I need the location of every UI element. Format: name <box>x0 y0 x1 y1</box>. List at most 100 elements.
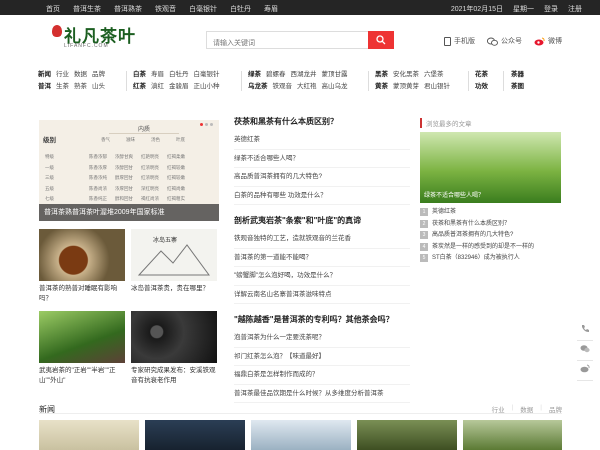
cat-high-oolong[interactable]: 高山乌龙 <box>322 83 348 90</box>
thumb-title[interactable]: 武夷岩茶的"正岩""半岩""正山""外山" <box>39 366 125 385</box>
cat-pictures[interactable]: 茶图 <box>511 83 524 90</box>
list-item[interactable]: 白茶的品种有哪些 功效是什么？ <box>234 187 410 205</box>
top-nav-pu-er-raw[interactable]: 普洱生茶 <box>73 4 101 14</box>
cat-puer[interactable]: 普洱 <box>38 83 51 90</box>
cat-ripe[interactable]: 熟茶 <box>74 83 87 90</box>
cat-oolong[interactable]: 乌龙茶 <box>248 83 268 90</box>
thumb-item[interactable]: 专家研究成果发布：安溪铁观音有抗衰老作用 <box>131 311 217 385</box>
thumb-title[interactable]: 普洱茶的熟普对睡眠有影响吗？ <box>39 284 125 303</box>
cat-silver-needle[interactable]: 白毫银针 <box>194 71 220 78</box>
list-item[interactable]: 2 茯茶和黑茶有什么本质区别？ <box>420 219 562 231</box>
cat-news[interactable]: 新闻 <box>38 71 51 78</box>
cat-green-tea[interactable]: 绿茶 <box>248 71 261 78</box>
cat-group-dark: 黑茶 安化黑茶 六堡茶 黄茶 蒙顶黄芽 君山银针 <box>375 69 455 93</box>
block-headline[interactable]: "越陈越香"是普洱茶的专利吗？其他茶会吗？ <box>234 314 410 325</box>
slider-dot[interactable] <box>205 123 208 126</box>
cat-biluochun[interactable]: 碧螺春 <box>266 71 286 78</box>
thumb-image[interactable] <box>39 311 125 363</box>
tab-data[interactable]: 数据 <box>520 404 533 414</box>
list-item[interactable]: 祁门红茶怎么泡？【味道最好】 <box>234 348 410 366</box>
list-item[interactable]: 泡普洱茶为什么一定要洗茶呢？ <box>234 329 410 348</box>
thumb-item[interactable]: 普洱茶的熟普对睡眠有影响吗？ <box>39 229 125 303</box>
cat-liubao[interactable]: 六堡茶 <box>424 71 444 78</box>
wechat-float-button[interactable] <box>577 341 593 361</box>
list-item[interactable]: 3 高品质普洱茶拥有的几大特色? <box>420 230 562 242</box>
list-item[interactable]: 详解云南名山名寨普洱茶滋味特点 <box>234 286 410 304</box>
top-nav-tieguanyin[interactable]: 铁观音 <box>155 4 176 14</box>
list-item[interactable]: 英德红茶 <box>234 131 410 150</box>
top-nav-white-peony[interactable]: 白牡丹 <box>230 4 251 14</box>
cat-data[interactable]: 数据 <box>74 71 87 78</box>
cat-brand[interactable]: 品牌 <box>92 71 105 78</box>
news-image[interactable] <box>463 420 562 450</box>
top-nav-shoumei[interactable]: 寿眉 <box>264 4 278 14</box>
cat-industry[interactable]: 行业 <box>56 71 69 78</box>
news-image[interactable] <box>251 420 351 450</box>
cat-jinjunmei[interactable]: 金骏眉 <box>169 83 189 90</box>
cat-black-tea[interactable]: 红茶 <box>133 83 146 90</box>
cat-lapsang[interactable]: 正山小种 <box>194 83 220 90</box>
block-headline[interactable]: 剖析武夷岩茶"条索"和"叶底"的真谛 <box>234 215 410 226</box>
cat-longjing[interactable]: 西湖龙井 <box>291 71 317 78</box>
thumb-item[interactable]: 冰岛五寨 冰岛普洱茶贵，贵在哪里？ <box>131 229 217 294</box>
cat-white-peony[interactable]: 白牡丹 <box>169 71 189 78</box>
cat-shoumei[interactable]: 寿眉 <box>151 71 164 78</box>
cat-white-tea[interactable]: 白茶 <box>133 71 146 78</box>
cat-dianhong[interactable]: 滇红 <box>151 83 164 90</box>
wechat-link[interactable]: 公众号 <box>487 36 522 46</box>
cat-mountain[interactable]: 山头 <box>92 83 105 90</box>
thumb-item[interactable]: 武夷岩茶的"正岩""半岩""正山""外山" <box>39 311 125 385</box>
list-item[interactable]: 1 英德红茶 <box>420 207 562 219</box>
list-item[interactable]: "螃蟹脚"怎么泡好喝，功效是什么？ <box>234 267 410 286</box>
popular-feature-caption[interactable]: 绿茶不适合哪些人喝？ <box>424 190 484 199</box>
weibo-float-button[interactable] <box>577 361 593 381</box>
cat-raw[interactable]: 生茶 <box>56 83 69 90</box>
news-image[interactable] <box>145 420 245 450</box>
site-logo[interactable]: 礼凡茶叶 LIFANFC.COM <box>50 21 136 55</box>
list-item[interactable]: 4 茶炭然是一样的感受到的却是不一样的 <box>420 242 562 254</box>
tab-industry[interactable]: 行业 <box>492 404 505 414</box>
cat-effects[interactable]: 功效 <box>475 83 488 90</box>
cat-tieguanyin[interactable]: 铁观音 <box>273 83 293 90</box>
login-link[interactable]: 登录 <box>544 4 558 14</box>
news-image[interactable] <box>39 420 139 450</box>
cat-teaware[interactable]: 茶器 <box>511 71 524 78</box>
mobile-link[interactable]: 手机版 <box>444 36 475 46</box>
thumb-image[interactable] <box>131 311 217 363</box>
list-item[interactable]: 铁观音独特的工艺，造就铁观音的兰花香 <box>234 230 410 249</box>
block-headline[interactable]: 茯茶和黑茶有什么本质区别？ <box>234 116 410 127</box>
featured-slider[interactable]: 内质 级别 香气 滋味 汤色 叶底 特级 陈香浓郁 浓醇甘爽 红艳明亮 红褐柔嫩 一级陈… <box>39 120 219 221</box>
slider-dot[interactable] <box>200 123 203 126</box>
thumb-title[interactable]: 冰岛普洱茶贵，贵在哪里？ <box>131 284 217 294</box>
top-nav-home[interactable]: 首页 <box>46 4 60 14</box>
cat-anhua[interactable]: 安化黑茶 <box>393 71 419 78</box>
top-nav-silver-needle[interactable]: 白毫银针 <box>189 4 217 14</box>
cat-dahongpao[interactable]: 大红袍 <box>297 83 317 90</box>
slider-dot[interactable] <box>210 123 213 126</box>
news-image[interactable] <box>357 420 457 450</box>
list-item[interactable]: 高品质普洱茶拥有的几大特色? <box>234 168 410 187</box>
cat-junshan[interactable]: 君山银针 <box>424 83 450 90</box>
register-link[interactable]: 注册 <box>568 4 582 14</box>
cat-mengding-yellow[interactable]: 蒙顶黄芽 <box>393 83 419 90</box>
cat-dark-tea[interactable]: 黑茶 <box>375 71 388 78</box>
thumb-image[interactable] <box>39 229 125 281</box>
thumb-title[interactable]: 专家研究成果发布：安溪铁观音有抗衰老作用 <box>131 366 217 385</box>
list-item[interactable]: 福鼎白茶是怎样制作而成的？ <box>234 366 410 385</box>
cat-yellow-tea[interactable]: 黄茶 <box>375 83 388 90</box>
list-item[interactable]: 普洱茶的第一道能不能喝？ <box>234 249 410 267</box>
slider-caption[interactable]: 普洱茶熟普洱茶叶渥堆2009年国家标准 <box>39 204 219 221</box>
tab-brand[interactable]: 品牌 <box>549 404 562 414</box>
cat-mengding[interactable]: 蒙顶甘露 <box>322 71 348 78</box>
search-input[interactable] <box>207 35 367 52</box>
thumb-image[interactable]: 冰岛五寨 <box>131 229 217 281</box>
weibo-link[interactable]: 微博 <box>534 36 562 46</box>
search-button[interactable] <box>368 31 394 49</box>
cat-flower-tea[interactable]: 花茶 <box>475 71 488 78</box>
popular-feature-image[interactable]: 绿茶不适合哪些人喝？ <box>420 132 561 203</box>
top-nav-pu-er-ripe[interactable]: 普洱熟茶 <box>114 4 142 14</box>
phone-float-button[interactable] <box>577 321 593 341</box>
news-heading[interactable]: 新闻 <box>39 404 55 415</box>
list-item[interactable]: 5 ST白茶（832946）成为被执行人 <box>420 253 562 265</box>
list-item[interactable]: 绿茶不适合哪些人喝？ <box>234 150 410 168</box>
